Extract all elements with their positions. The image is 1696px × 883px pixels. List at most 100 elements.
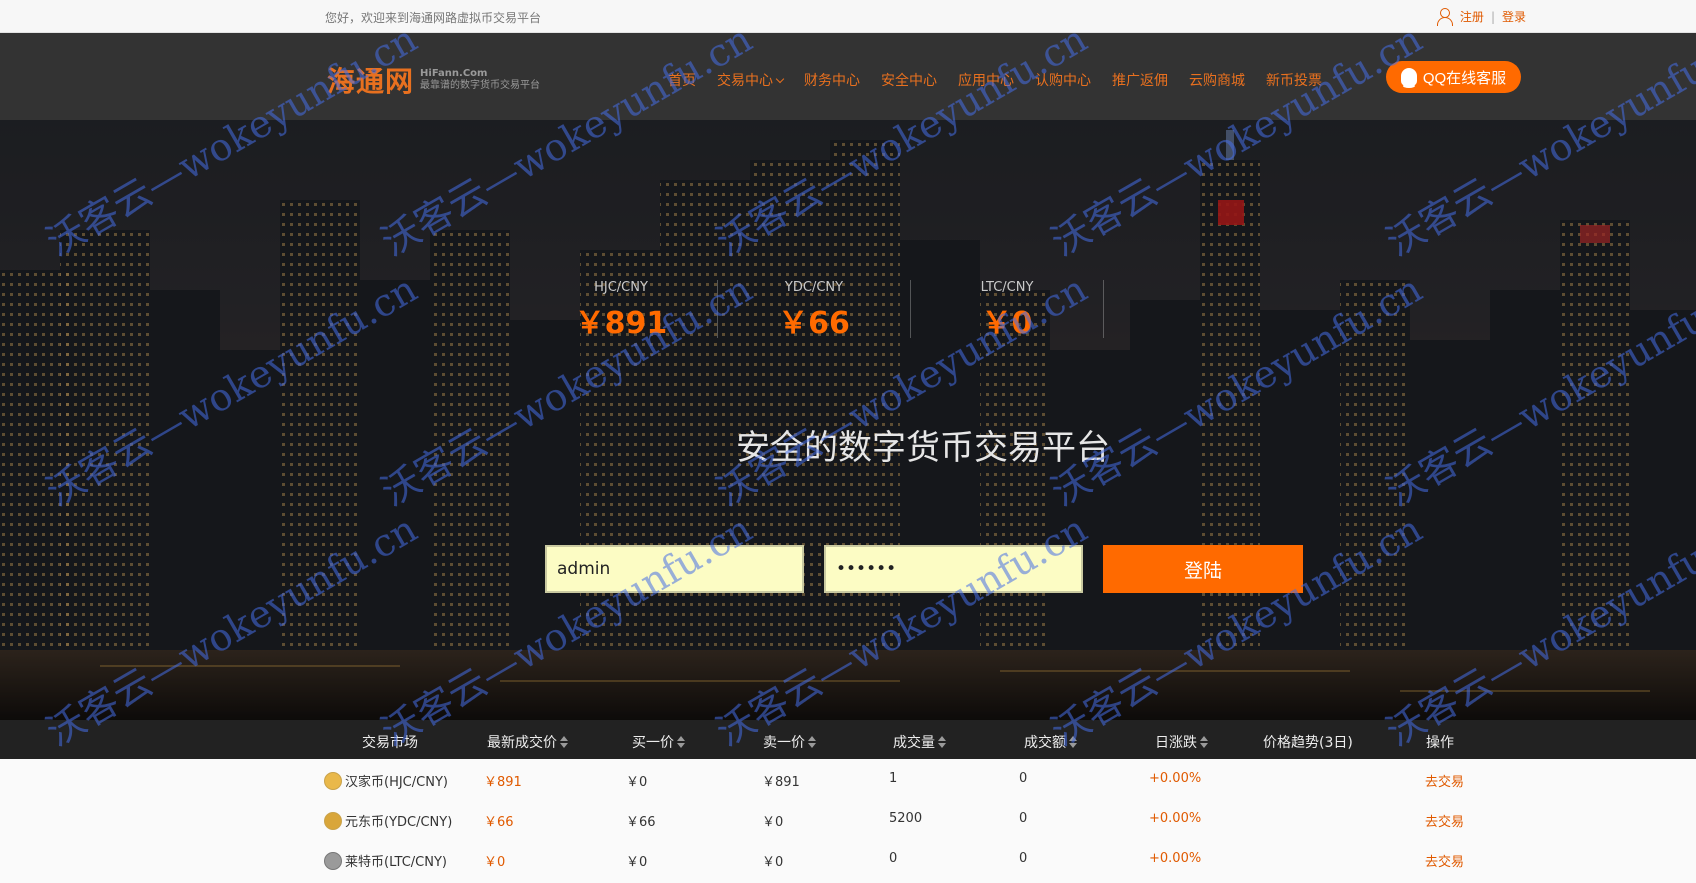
col-last-price-label: 最新成交价: [487, 735, 557, 751]
market-cell[interactable]: 元东币(YDC/CNY): [324, 811, 452, 830]
hjc-coin-icon: [324, 771, 342, 790]
market-name: 汉家币(HJC/CNY): [345, 775, 448, 790]
amount: 0: [1019, 771, 1028, 786]
ticker-ltc: LTC/CNY ￥0: [912, 280, 1102, 342]
qq-support-button[interactable]: QQ在线客服: [1386, 61, 1521, 93]
auth-separator: |: [1490, 9, 1495, 24]
logo-tagline: 最靠谱的数字货币交易平台: [420, 80, 541, 91]
col-change[interactable]: 日涨跌: [1155, 732, 1208, 752]
table-row: 汉家币(HJC/CNY) ￥891 ￥0 ￥891 1 0 +0.00% 去交易: [0, 759, 1696, 799]
nav-app-center[interactable]: 应用中心: [958, 70, 1014, 90]
market-name: 莱特币(LTC/CNY): [345, 855, 447, 870]
col-amount[interactable]: 成交额: [1024, 732, 1077, 752]
go-trade-link[interactable]: 去交易: [1425, 811, 1464, 830]
bid-price: ￥0: [626, 855, 648, 870]
login-link[interactable]: 登录: [1502, 8, 1526, 25]
amount: 0: [1019, 851, 1028, 866]
nav-trade-center[interactable]: 交易中心: [717, 70, 785, 90]
bid-price: ￥66: [626, 815, 656, 830]
col-bid-label: 买一价: [632, 735, 674, 751]
sort-icon: [808, 736, 816, 748]
ticker-ydc: YDC/CNY ￥66: [719, 280, 909, 342]
ticker-hjc: HJC/CNY ￥891: [526, 280, 716, 342]
col-ask[interactable]: 卖一价: [763, 732, 816, 752]
col-ask-label: 卖一价: [763, 735, 805, 751]
ticker-divider: [910, 280, 911, 338]
col-volume[interactable]: 成交量: [893, 732, 946, 752]
sort-icon: [938, 736, 946, 748]
col-change-label: 日涨跌: [1155, 735, 1197, 751]
nav-referral[interactable]: 推广返佣: [1112, 70, 1168, 90]
volume: 0: [889, 851, 898, 866]
qq-support-label: QQ在线客服: [1422, 69, 1507, 87]
last-price: ￥66: [484, 815, 514, 830]
register-link[interactable]: 注册: [1460, 8, 1484, 25]
market-cell[interactable]: 莱特币(LTC/CNY): [324, 851, 447, 870]
nav-home[interactable]: 首页: [668, 70, 696, 90]
bid-price: ￥0: [626, 775, 648, 790]
ticker-pair: HJC/CNY: [594, 280, 648, 295]
top-bar: 您好，欢迎来到海通网路虚拟币交易平台 注册 | 登录: [0, 0, 1696, 33]
col-market: 交易市场: [362, 735, 418, 751]
ltc-coin-icon: [324, 851, 342, 870]
volume: 1: [889, 771, 898, 786]
logo-subtitle: HiFann.Com 最靠谱的数字货币交易平台: [420, 68, 540, 92]
user-icon: [1436, 8, 1453, 26]
amount: 0: [1019, 811, 1028, 826]
logo-text: 海通网: [327, 65, 415, 98]
ticker-price: ￥0: [981, 306, 1033, 341]
ask-price: ￥0: [762, 815, 784, 830]
table-row: 莱特币(LTC/CNY) ￥0 ￥0 ￥0 0 0 +0.00% 去交易: [0, 839, 1696, 879]
password-input[interactable]: [824, 545, 1083, 593]
welcome-text: 您好，欢迎来到海通网路虚拟币交易平台: [325, 11, 542, 25]
nav-coin-vote[interactable]: 新币投票: [1266, 70, 1322, 90]
nav-security-center[interactable]: 安全中心: [881, 70, 937, 90]
login-button[interactable]: 登陆: [1103, 545, 1303, 593]
last-price: ￥891: [484, 775, 522, 790]
daily-change: +0.00%: [1149, 851, 1202, 866]
daily-change: +0.00%: [1149, 771, 1202, 786]
sort-icon: [1069, 736, 1077, 748]
col-action: 操作: [1426, 735, 1454, 751]
daily-change: +0.00%: [1149, 811, 1202, 826]
nav-cloud-mall[interactable]: 云购商城: [1189, 70, 1245, 90]
hero-slogan: 安全的数字货币交易平台: [736, 428, 1110, 468]
col-last-price[interactable]: 最新成交价: [487, 732, 568, 752]
ticker-divider: [717, 280, 718, 338]
sort-icon: [560, 736, 568, 748]
ask-price: ￥891: [762, 775, 800, 790]
site-header: 海通网 HiFann.Com 最靠谱的数字货币交易平台 首页 交易中心 财务中心…: [0, 33, 1696, 120]
ticker-price: ￥66: [778, 306, 850, 341]
username-input[interactable]: [545, 545, 804, 593]
volume: 5200: [889, 811, 923, 826]
table-row: 元东币(YDC/CNY) ￥66 ￥66 ￥0 5200 0 +0.00% 去交…: [0, 799, 1696, 839]
market-table-header: 交易市场 最新成交价 买一价 卖一价 成交量 成交额 日涨跌 价格趋势(3日) …: [0, 720, 1696, 759]
market-name: 元东币(YDC/CNY): [345, 815, 453, 830]
ticker-divider: [1103, 280, 1104, 338]
sort-icon: [1200, 736, 1208, 748]
col-bid[interactable]: 买一价: [632, 732, 685, 752]
col-volume-label: 成交量: [893, 735, 935, 751]
ticker-price: ￥891: [574, 306, 668, 341]
go-trade-link[interactable]: 去交易: [1425, 851, 1464, 870]
col-trend: 价格趋势(3日): [1263, 735, 1353, 751]
sort-icon: [677, 736, 685, 748]
logo-domain: HiFann.Com: [420, 68, 488, 79]
market-table-body: 汉家币(HJC/CNY) ￥891 ￥0 ￥891 1 0 +0.00% 去交易…: [0, 759, 1696, 883]
nav-subscribe-center[interactable]: 认购中心: [1035, 70, 1091, 90]
logo[interactable]: 海通网 HiFann.Com 最靠谱的数字货币交易平台: [327, 60, 540, 100]
auth-links: 注册 | 登录: [1436, 8, 1526, 26]
go-trade-link[interactable]: 去交易: [1425, 771, 1464, 790]
market-cell[interactable]: 汉家币(HJC/CNY): [324, 771, 448, 790]
ask-price: ￥0: [762, 855, 784, 870]
nav-trade-center-label: 交易中心: [717, 73, 773, 89]
chevron-down-icon: [775, 74, 785, 83]
ydc-coin-icon: [324, 811, 342, 830]
hero-banner: HJC/CNY ￥891 YDC/CNY ￥66 LTC/CNY ￥0 安全的数…: [0, 120, 1696, 720]
col-amount-label: 成交额: [1024, 735, 1066, 751]
last-price: ￥0: [484, 855, 506, 870]
ticker-pair: YDC/CNY: [784, 280, 844, 295]
main-nav: 首页 交易中心 财务中心 安全中心 应用中心 认购中心 推广返佣 云购商城 新币…: [668, 70, 1343, 90]
ticker-pair: LTC/CNY: [980, 280, 1034, 295]
nav-finance-center[interactable]: 财务中心: [804, 70, 860, 90]
